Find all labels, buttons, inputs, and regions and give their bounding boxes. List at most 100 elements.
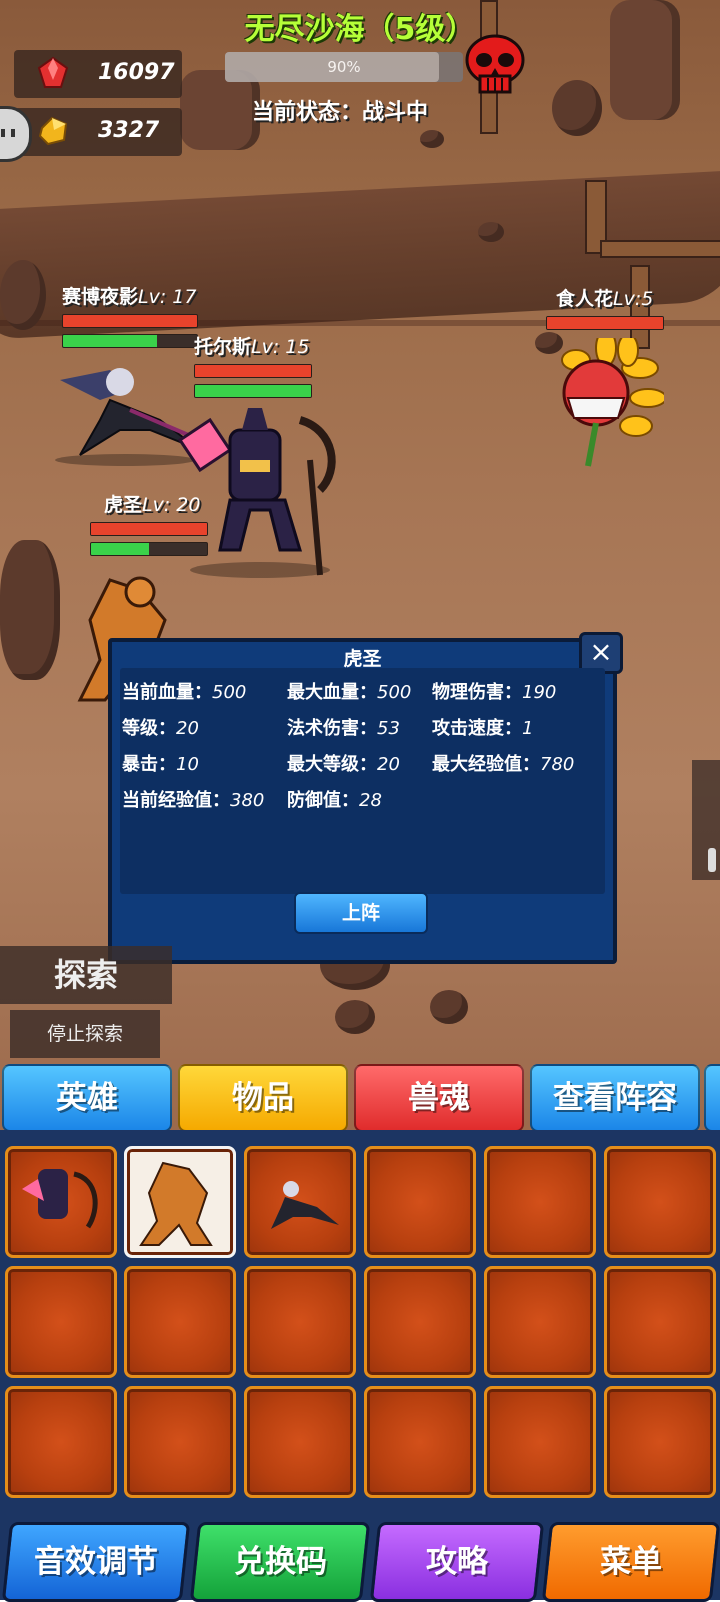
ally2-mp-bar	[194, 384, 312, 398]
battle-status: 当前状态：战斗中	[252, 100, 429, 125]
stat-label: 当前血量：	[122, 682, 212, 703]
deploy-button[interactable]: 上阵	[294, 892, 428, 934]
menu-button[interactable]: 菜单	[541, 1522, 720, 1602]
enemy1-name: 食人花Lv:5	[556, 284, 653, 311]
hp-fill	[547, 317, 663, 329]
inventory-slot[interactable]	[364, 1266, 476, 1378]
stop-explore-button[interactable]: 停止探索	[10, 1010, 160, 1058]
ruby-gem-icon	[37, 56, 69, 88]
thors-sprite[interactable]	[170, 400, 350, 580]
explore-label[interactable]: 探索	[0, 946, 172, 1004]
side-menu-toggle[interactable]	[0, 106, 32, 162]
man-eater-flower-sprite[interactable]	[548, 338, 664, 468]
inventory-slot[interactable]	[244, 1386, 356, 1498]
inventory-slot[interactable]	[604, 1146, 716, 1258]
tab-beast-soul[interactable]: 兽魂	[354, 1064, 524, 1132]
hero-info-dialog: 虎圣 × 当前血量：500 最大血量：500 物理伤害：190 等级：20 法术…	[108, 632, 623, 964]
ally2-name: 托尔斯Lv: 15	[194, 332, 309, 359]
skull-icon	[465, 34, 525, 94]
sound-settings-button[interactable]: 音效调节	[1, 1522, 191, 1602]
stat-physical-damage: 物理伤害：190	[432, 678, 556, 704]
stats-panel: 当前血量：500 最大血量：500 物理伤害：190 等级：20 法术伤害：53…	[120, 668, 605, 894]
stage-progress-bar: 90%	[225, 52, 463, 82]
stat-defense: 防御值：28	[287, 786, 382, 812]
sound-settings-label: 音效调节	[34, 1544, 158, 1580]
stat-label: 当前经验值：	[122, 790, 230, 811]
rock-pillar	[180, 70, 260, 150]
mp-fill	[63, 335, 157, 347]
stat-label: 攻击速度：	[432, 718, 522, 739]
stat-value: 780	[540, 754, 575, 775]
inventory-slot[interactable]	[5, 1146, 117, 1258]
inventory-slot[interactable]	[604, 1386, 716, 1498]
ally1-name: 赛博夜影Lv: 17	[62, 282, 196, 309]
inventory-slot[interactable]	[604, 1266, 716, 1378]
inventory-slot[interactable]	[364, 1386, 476, 1498]
scrollbar-thumb[interactable]	[708, 848, 716, 872]
redeem-code-button[interactable]: 兑换码	[189, 1522, 371, 1602]
hero-inventory-grid	[0, 1130, 720, 1520]
inventory-slot[interactable]	[484, 1386, 596, 1498]
inventory-slot[interactable]	[124, 1386, 236, 1498]
rock	[430, 990, 468, 1024]
stat-current-hp: 当前血量：500	[122, 678, 246, 704]
gem-value: 16097	[98, 60, 175, 85]
stat-label: 最大血量：	[287, 682, 377, 703]
stat-label: 暴击：	[122, 754, 176, 775]
stat-max-exp: 最大经验值：780	[432, 750, 574, 776]
inventory-slot[interactable]	[124, 1266, 236, 1378]
inventory-slot[interactable]	[5, 1386, 117, 1498]
stat-magic-damage: 法术伤害：53	[287, 714, 400, 740]
ally3-name-text: 虎圣	[104, 494, 143, 516]
stat-level: 等级：20	[122, 714, 199, 740]
inventory-slot[interactable]	[364, 1146, 476, 1258]
rock	[335, 1000, 375, 1034]
inventory-slot[interactable]	[484, 1266, 596, 1378]
tab-heroes[interactable]: 英雄	[2, 1064, 172, 1132]
stat-label: 法术伤害：	[287, 718, 377, 739]
tab-view-lineup[interactable]: 查看阵容	[530, 1064, 700, 1132]
inventory-slot[interactable]	[484, 1146, 596, 1258]
gold-counter: 3327	[14, 108, 182, 156]
rock	[420, 130, 444, 148]
stat-value: 380	[230, 790, 265, 811]
scrollbar[interactable]	[692, 760, 720, 880]
stat-max-hp: 最大血量：500	[287, 678, 411, 704]
stat-value: 500	[212, 682, 247, 703]
ally2-name-text: 托尔斯	[194, 336, 252, 358]
ally1-level: Lv: 17	[138, 286, 197, 308]
fence-rail	[600, 240, 720, 258]
face-icon	[1, 129, 15, 137]
ally1-mp-bar	[62, 334, 198, 348]
hp-fill	[195, 365, 311, 377]
guide-label: 攻略	[426, 1544, 488, 1580]
enemy1-name-text: 食人花	[556, 288, 614, 310]
inventory-slot-selected[interactable]	[124, 1146, 236, 1258]
ally2-hp-bar	[194, 364, 312, 378]
rock	[478, 222, 504, 242]
ally1-hp-bar	[62, 314, 198, 328]
enemy1-level: Lv:5	[613, 288, 654, 310]
dialog-title: 虎圣	[343, 648, 382, 670]
stat-label: 等级：	[122, 718, 176, 739]
stage-title: 无尽沙海（5级）	[244, 12, 476, 47]
cyber-shadow-portrait-icon	[271, 1181, 339, 1229]
stat-value: 28	[359, 790, 382, 811]
tiger-saint-portrait-icon	[139, 1161, 213, 1246]
stat-label: 最大经验值：	[432, 754, 540, 775]
stat-label: 防御值：	[287, 790, 359, 811]
thors-portrait-icon	[22, 1169, 98, 1229]
stat-value: 190	[522, 682, 557, 703]
progress-label: 90%	[327, 58, 361, 76]
inventory-slot[interactable]	[244, 1146, 356, 1258]
stat-crit: 暴击：10	[122, 750, 199, 776]
redeem-code-label: 兑换码	[233, 1544, 327, 1580]
guide-button[interactable]: 攻略	[369, 1522, 545, 1602]
stat-value: 1	[522, 718, 534, 739]
stat-current-exp: 当前经验值：380	[122, 786, 264, 812]
inventory-slot[interactable]	[244, 1266, 356, 1378]
inventory-slot[interactable]	[5, 1266, 117, 1378]
tab-overflow[interactable]	[704, 1064, 720, 1132]
tab-items[interactable]: 物品	[178, 1064, 348, 1132]
stat-value: 500	[377, 682, 412, 703]
